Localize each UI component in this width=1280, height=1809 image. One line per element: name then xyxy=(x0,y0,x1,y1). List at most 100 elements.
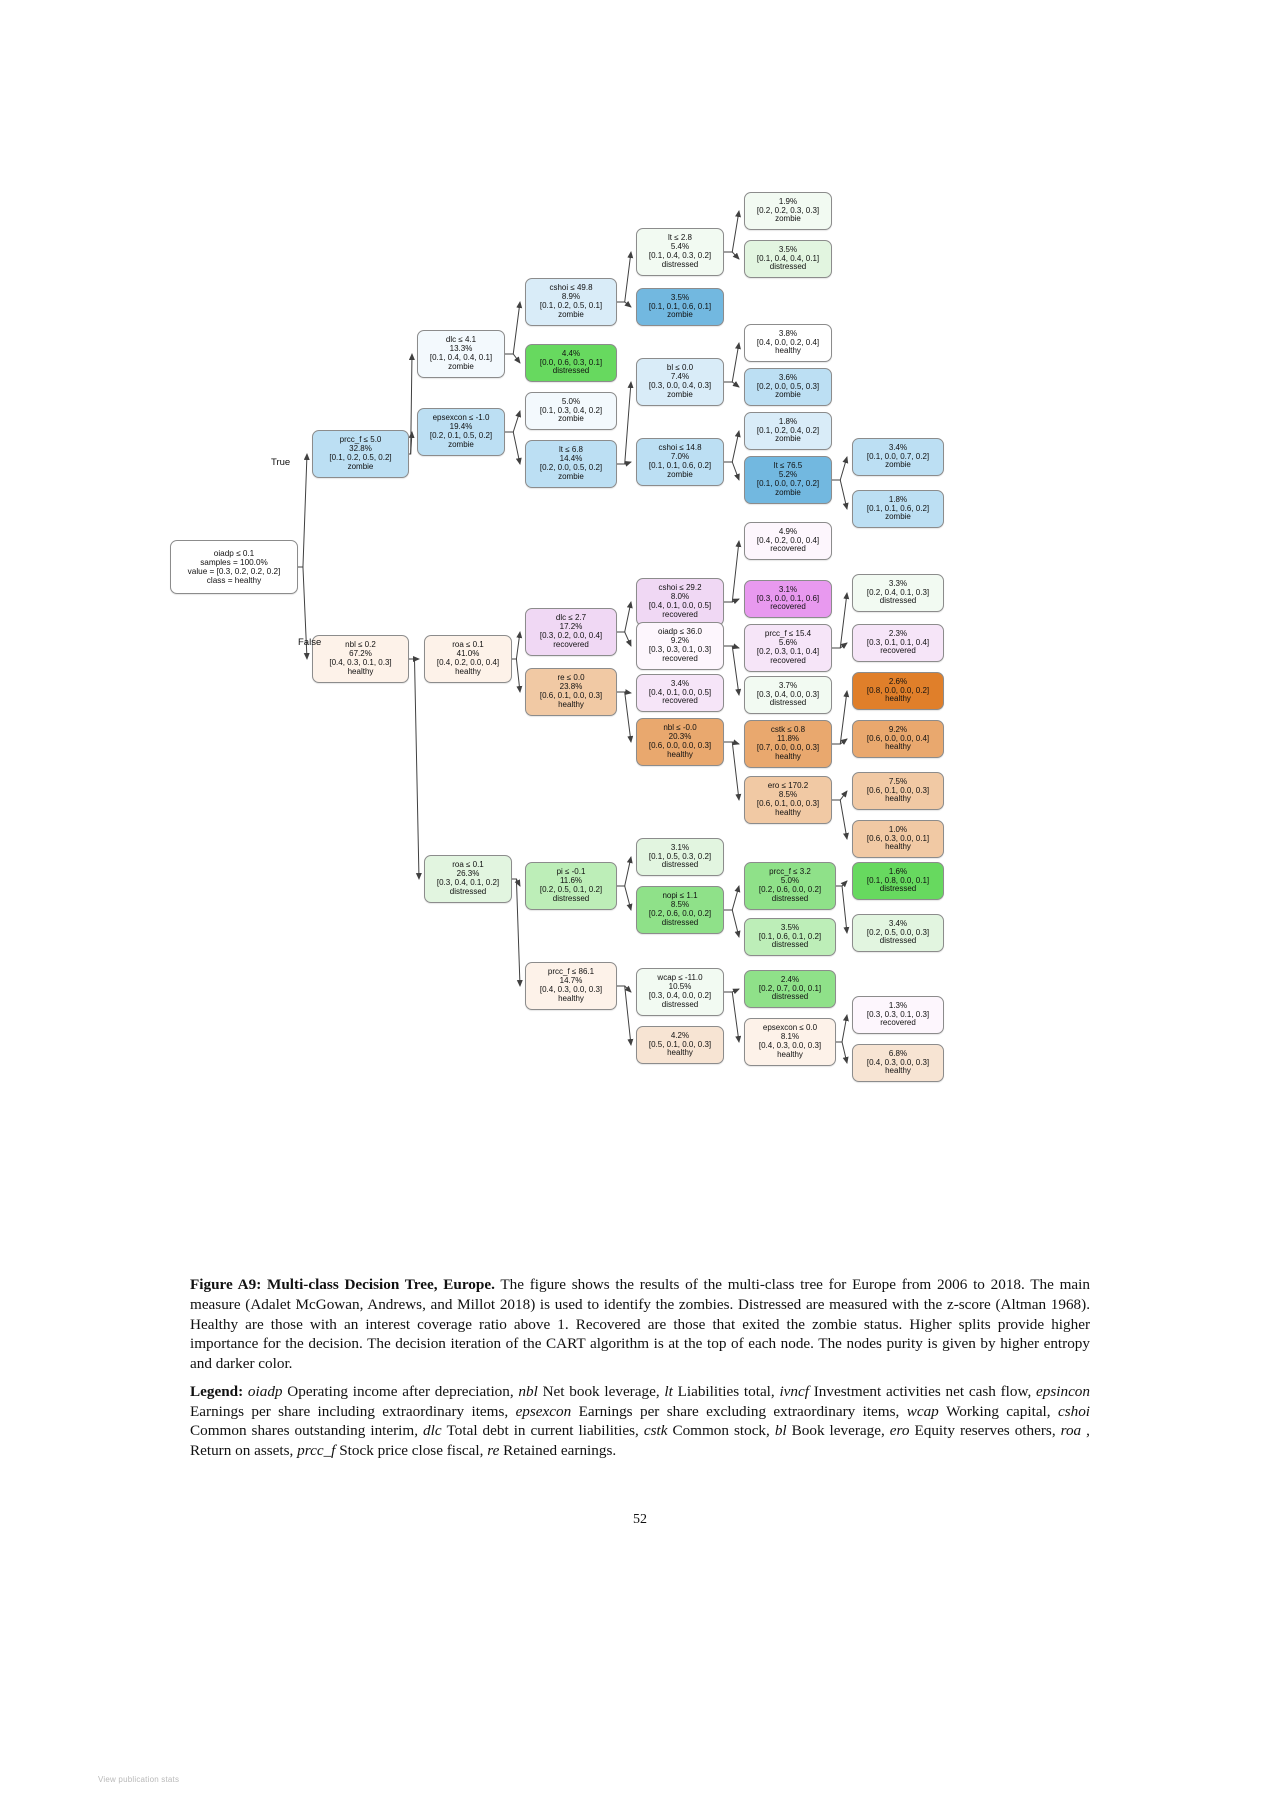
legend-paragraph: Legend: oiadp Operating income after dep… xyxy=(190,1382,1090,1461)
node-line: healthy xyxy=(667,749,693,759)
tree-edge xyxy=(836,880,848,888)
node-line: distressed xyxy=(769,262,807,272)
tree-node-n_prcc32: prcc_f ≤ 3.2 5.0% [0.2, 0.6, 0.0, 0.2] dist… xyxy=(744,862,836,910)
tree-node-n_nbl02: nbl ≤ 0.2 67.2% [0.4, 0.3, 0.1, 0.3] health… xyxy=(312,635,409,683)
tree-node-l_26h: 2.6% [0.8, 0.0, 0.0, 0.2] healthy xyxy=(852,672,944,710)
tree-node-l_24d: 2.4% [0.2, 0.7, 0.0, 0.1] distressed xyxy=(744,970,836,1008)
tree-edge xyxy=(617,631,632,647)
node-line: recovered xyxy=(553,639,589,649)
tree-node-n_roa01b: roa ≤ 0.1 26.3% [0.3, 0.4, 0.1, 0.2] distre… xyxy=(424,855,512,903)
tree-edge xyxy=(832,738,848,745)
node-line: healthy xyxy=(775,346,801,356)
tree-edge xyxy=(724,210,741,253)
tree-node-n_lt765: lt ≤ 76.5 5.2% [0.1, 0.0, 0.7, 0.2] zombie xyxy=(744,456,832,504)
node-line: distressed xyxy=(449,886,487,896)
tree-edge xyxy=(512,631,523,660)
tree-edge xyxy=(836,885,850,934)
legend-label: Legend: xyxy=(190,1382,244,1400)
tree-node-l_44: 4.4% [0.0, 0.6, 0.3, 0.1] distressed xyxy=(525,344,617,382)
node-line: healthy xyxy=(455,666,481,676)
node-line: recovered xyxy=(662,609,698,619)
legend-desc: Earnings per share including extraordina… xyxy=(190,1402,509,1420)
legend-term: dlc xyxy=(418,1422,447,1440)
node-line: zombie xyxy=(885,460,911,470)
node-line: zombie xyxy=(448,439,474,449)
tree-edge xyxy=(724,598,740,605)
tree-node-l_19: 1.9% [0.2, 0.2, 0.3, 0.3] zombie xyxy=(744,192,832,230)
tree-node-n_nbl00: nbl ≤ -0.0 20.3% [0.6, 0.0, 0.0, 0.3] healt… xyxy=(636,718,724,766)
tree-edge xyxy=(832,456,849,481)
tree-edge xyxy=(832,799,849,840)
tree-edge xyxy=(832,479,849,510)
tree-node-n_oiadp36: oiadp ≤ 36.0 9.2% [0.3, 0.3, 0.1, 0.3] reco… xyxy=(636,622,724,670)
node-line: recovered xyxy=(770,655,806,665)
tree-edge xyxy=(617,985,634,1046)
tree-node-root: oiadp ≤ 0.1 samples = 100.0% value = [0.3,… xyxy=(170,540,298,594)
tree-edge xyxy=(512,878,523,987)
tree-node-l_35z: 3.5% [0.1, 0.1, 0.6, 0.1] zombie xyxy=(636,288,724,326)
legend-term: cstk xyxy=(638,1422,673,1440)
tree-node-l_31d: 3.1% [0.1, 0.5, 0.3, 0.2] distressed xyxy=(636,838,724,876)
tree-edge xyxy=(724,645,742,696)
node-line: healthy xyxy=(347,666,374,676)
tree-node-l_34r: 3.4% [0.4, 0.1, 0.0, 0.5] recovered xyxy=(636,674,724,712)
tree-node-l_35d: 3.5% [0.1, 0.4, 0.4, 0.1] distressed xyxy=(744,240,832,278)
node-line: healthy xyxy=(558,699,584,709)
legend-desc: Total debt in current liabilities, xyxy=(446,1422,639,1440)
tree-node-l_18z: 1.8% [0.1, 0.2, 0.4, 0.2] zombie xyxy=(744,412,832,450)
tree-edge xyxy=(617,885,633,911)
node-line: zombie xyxy=(775,434,801,444)
node-line: distressed xyxy=(879,596,917,606)
tree-node-l_34z: 3.4% [0.1, 0.0, 0.7, 0.2] zombie xyxy=(852,438,944,476)
tree-edge xyxy=(724,381,740,388)
legend-desc: Common shares outstanding interim, xyxy=(190,1422,419,1440)
tree-node-l_16d: 1.6% [0.1, 0.8, 0.0, 0.1] distressed xyxy=(852,862,944,900)
legend-term: nbl xyxy=(513,1382,543,1400)
tree-edge xyxy=(724,251,740,260)
tree-node-l_49r: 4.9% [0.4, 0.2, 0.0, 0.4] recovered xyxy=(744,522,832,560)
node-line: zombie xyxy=(775,487,801,497)
legend-items: oiadp Operating income after depreciatio… xyxy=(190,1383,1090,1459)
tree-node-n_ero1702: ero ≤ 170.2 8.5% [0.6, 0.1, 0.0, 0.3] healt… xyxy=(744,776,832,824)
legend-desc: Investment activities net cash flow, xyxy=(813,1382,1032,1400)
legend-term: re xyxy=(483,1442,504,1459)
tree-edge xyxy=(298,453,310,568)
tree-node-n_lt68: lt ≤ 6.8 14.4% [0.2, 0.0, 0.5, 0.2] zombie xyxy=(525,440,617,488)
tree-node-l_23r: 2.3% [0.3, 0.1, 0.1, 0.4] recovered xyxy=(852,624,944,662)
figure-title: Multi-class Decision Tree, Europe. xyxy=(267,1276,495,1293)
node-line: zombie xyxy=(885,512,911,522)
legend-term: ivncf xyxy=(774,1382,814,1400)
node-line: healthy xyxy=(558,993,584,1003)
legend-term: ero xyxy=(884,1422,915,1440)
tree-edge xyxy=(724,909,741,938)
legend-desc: Equity reserves others, xyxy=(914,1422,1056,1440)
tree-node-l_36z: 3.6% [0.2, 0.0, 0.5, 0.3] zombie xyxy=(744,368,832,406)
node-line: healthy xyxy=(885,742,911,752)
node-line: distressed xyxy=(771,940,809,950)
node-line: recovered xyxy=(770,602,806,612)
tree-node-n_pi01: pi ≤ -0.1 11.6% [0.2, 0.5, 0.1, 0.2] distre… xyxy=(525,862,617,910)
legend-desc: Working capital, xyxy=(946,1402,1051,1420)
node-line: zombie xyxy=(558,414,584,424)
node-line: healthy xyxy=(775,751,801,761)
node-line: distressed xyxy=(879,884,917,894)
tree-edge xyxy=(617,300,632,308)
tree-node-n_dlc27: dlc ≤ 2.7 17.2% [0.3, 0.2, 0.0, 0.4] recove… xyxy=(525,608,617,656)
document-page: oiadp ≤ 0.1 samples = 100.0% value = [0.3,… xyxy=(0,0,1280,1809)
page-number: 52 xyxy=(633,1512,647,1527)
tree-node-l_75h: 7.5% [0.6, 0.1, 0.0, 0.3] healthy xyxy=(852,772,944,810)
tree-node-n_cshoi148: cshoi ≤ 14.8 7.0% [0.1, 0.1, 0.6, 0.2] zomb… xyxy=(636,438,724,486)
node-line: value = [0.3, 0.2, 0.2, 0.2] xyxy=(187,567,281,576)
node-line: distressed xyxy=(661,860,699,870)
tree-edge xyxy=(724,991,742,1043)
node-line: healthy xyxy=(777,1049,803,1059)
legend-desc: Earnings per share excluding extraordina… xyxy=(578,1402,900,1420)
node-line: distressed xyxy=(661,999,699,1009)
node-line: zombie xyxy=(558,471,584,481)
node-line: distressed xyxy=(771,893,809,903)
publication-stats-watermark: View publication stats xyxy=(98,1775,180,1784)
decision-tree-figure: oiadp ≤ 0.1 samples = 100.0% value = [0.3,… xyxy=(0,0,1280,1260)
node-line: oiadp ≤ 0.1 xyxy=(213,548,255,558)
tree-edge xyxy=(832,690,850,745)
tree-node-l_13r: 1.3% [0.3, 0.3, 0.1, 0.3] recovered xyxy=(852,996,944,1034)
